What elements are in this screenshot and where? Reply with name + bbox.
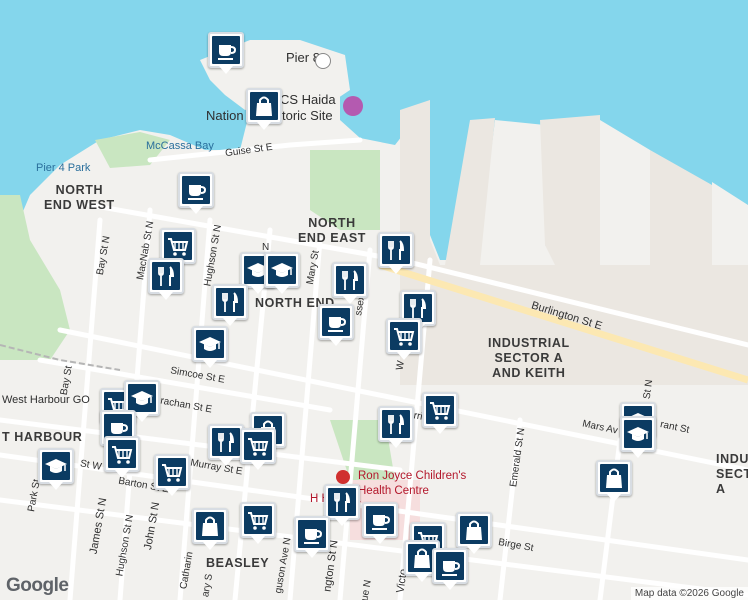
coffee-icon xyxy=(218,45,237,60)
shopping-bag-icon xyxy=(202,516,218,536)
poi-marker-coffee[interactable] xyxy=(362,502,398,544)
map-attribution[interactable]: Map data ©2026 Google xyxy=(630,587,748,600)
poi-marker-coffee[interactable] xyxy=(178,172,214,214)
shopping-bag-icon xyxy=(606,468,622,488)
cutlery-icon xyxy=(218,432,235,452)
poi-marker-shopping-cart[interactable] xyxy=(386,318,422,360)
shopping-bag-icon xyxy=(466,520,482,540)
poi-marker-cutlery[interactable] xyxy=(378,232,414,274)
shopping-cart-icon xyxy=(430,402,451,420)
cutlery-icon xyxy=(342,270,359,290)
poi-marker-shopping-cart[interactable] xyxy=(104,436,140,478)
coffee-icon xyxy=(304,529,323,544)
poi-marker-school[interactable] xyxy=(38,448,74,490)
poi-marker-cutlery[interactable] xyxy=(212,284,248,326)
coffee-icon xyxy=(442,561,461,576)
poi-marker-shopping-bag[interactable] xyxy=(596,460,632,502)
school-icon xyxy=(199,337,221,351)
museum-icon xyxy=(343,96,363,116)
poi-marker-school[interactable] xyxy=(192,326,228,368)
shopping-cart-icon xyxy=(248,512,269,530)
cutlery-icon xyxy=(222,292,239,312)
school-icon xyxy=(45,459,67,473)
poi-marker-shopping-cart[interactable] xyxy=(240,428,276,470)
shopping-cart-icon xyxy=(248,438,269,456)
school-icon xyxy=(131,391,153,405)
poi-marker-shopping-bag[interactable] xyxy=(192,508,228,550)
poi-marker-coffee[interactable] xyxy=(208,32,244,74)
cutlery-icon xyxy=(388,240,405,260)
poi-marker-shopping-bag[interactable] xyxy=(246,88,282,130)
pier-land-2 xyxy=(540,115,600,265)
shopping-cart-icon xyxy=(168,238,189,256)
coffee-icon xyxy=(372,515,391,530)
coffee-icon xyxy=(188,185,207,200)
school-icon xyxy=(271,263,293,277)
google-logo: Google xyxy=(6,575,69,596)
map-view[interactable]: NORTH END WEST NORTH END EAST NORTH END IN… xyxy=(0,0,748,600)
poi-marker-cutlery[interactable] xyxy=(208,424,244,466)
poi-marker-coffee[interactable] xyxy=(432,548,468,590)
poi-marker-coffee[interactable] xyxy=(294,516,330,558)
poi-marker-shopping-cart[interactable] xyxy=(422,392,458,434)
shopping-cart-icon xyxy=(162,464,183,482)
poi-marker-school[interactable] xyxy=(264,252,300,294)
cutlery-icon xyxy=(334,492,351,512)
cutlery-icon xyxy=(388,414,405,434)
poi-marker-shopping-bag[interactable] xyxy=(456,512,492,554)
poi-marker-school[interactable] xyxy=(620,416,656,458)
poi-marker-cutlery[interactable] xyxy=(324,484,360,526)
hospital-icon xyxy=(336,470,350,484)
coffee-icon xyxy=(328,317,347,332)
shopping-cart-icon xyxy=(394,328,415,346)
poi-marker-coffee[interactable] xyxy=(318,304,354,346)
shopping-bag-icon xyxy=(256,96,272,116)
cutlery-icon xyxy=(158,266,175,286)
shopping-cart-icon xyxy=(112,446,133,464)
poi-marker-cutlery[interactable] xyxy=(378,406,414,448)
poi-marker-cutlery[interactable] xyxy=(148,258,184,300)
poi-marker-shopping-cart[interactable] xyxy=(154,454,190,496)
school-icon xyxy=(627,427,649,441)
poi-marker-shopping-cart[interactable] xyxy=(240,502,276,544)
poi-marker-cutlery[interactable] xyxy=(332,262,368,304)
pier-8-icon xyxy=(315,53,331,69)
